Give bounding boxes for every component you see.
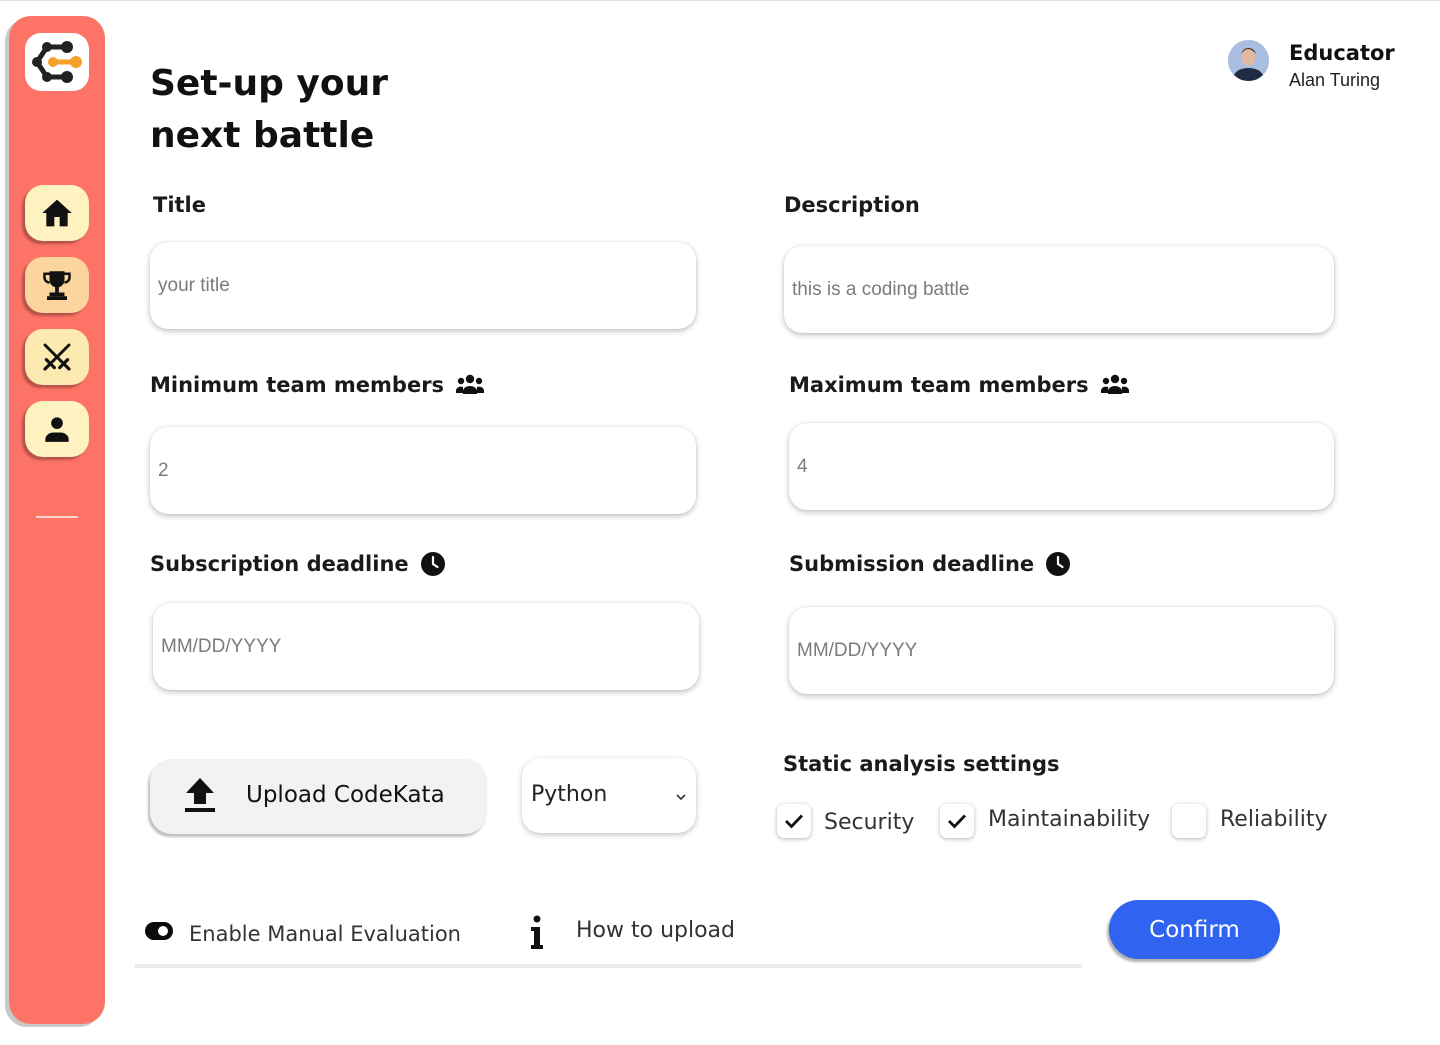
toggle-knob: [158, 926, 168, 936]
confirm-button[interactable]: Confirm: [1109, 900, 1280, 959]
title-field[interactable]: [150, 242, 696, 329]
security-checkbox[interactable]: [777, 804, 811, 838]
sidebar-item-battles[interactable]: [25, 329, 89, 385]
avatar: [1228, 40, 1269, 81]
clock-icon: [420, 552, 445, 576]
sidebar: [9, 16, 105, 1024]
user-icon: [45, 417, 69, 442]
chevron-down-icon: [676, 788, 686, 806]
bottom-divider: [135, 964, 1082, 968]
team-icon: [1100, 374, 1129, 396]
how-to-upload-link[interactable]: How to upload: [576, 918, 735, 943]
min-members-label-text: Minimum team members: [150, 373, 445, 397]
team-icon: [456, 374, 485, 396]
info-icon[interactable]: [528, 915, 546, 956]
description-field[interactable]: [784, 246, 1334, 333]
user-role: Educator: [1289, 41, 1395, 65]
sidebar-divider: [36, 516, 78, 518]
static-analysis-title: Static analysis settings: [783, 752, 1060, 776]
description-input[interactable]: [784, 246, 1334, 333]
title-input[interactable]: [150, 242, 696, 329]
max-members-field[interactable]: [789, 423, 1334, 510]
user-avatar-icon: [1228, 40, 1269, 81]
sidebar-item-leaderboard[interactable]: [25, 257, 89, 313]
subscription-deadline-label: Subscription deadline: [150, 552, 445, 576]
sidebar-item-profile[interactable]: [25, 401, 89, 457]
sidebar-item-home[interactable]: [25, 185, 89, 241]
language-select[interactable]: Python: [522, 758, 696, 833]
top-border: [0, 0, 1440, 1]
min-members-input[interactable]: [150, 427, 696, 514]
manual-evaluation-label: Enable Manual Evaluation: [189, 922, 461, 946]
security-label: Security: [824, 810, 915, 835]
description-label: Description: [784, 193, 920, 217]
min-members-label: Minimum team members: [150, 373, 485, 397]
checkmark-icon: [948, 814, 967, 829]
user-profile[interactable]: Educator Alan Turing: [1228, 39, 1428, 99]
user-name: Alan Turing: [1289, 70, 1381, 90]
max-members-input[interactable]: [789, 423, 1334, 510]
manual-evaluation-toggle[interactable]: [145, 922, 173, 940]
checkmark-icon: [785, 814, 804, 829]
max-members-label-text: Maximum team members: [789, 373, 1089, 397]
clock-icon: [1046, 552, 1071, 576]
submission-deadline-label: Submission deadline: [789, 552, 1071, 576]
maintainability-label: Maintainability: [988, 807, 1151, 832]
upload-codekata-label: Upload CodeKata: [246, 782, 445, 808]
maintainability-checkbox[interactable]: [940, 804, 974, 838]
reliability-label: Reliability: [1220, 807, 1328, 832]
codekata-logo-icon: [32, 41, 82, 83]
reliability-checkbox[interactable]: [1172, 804, 1206, 838]
page-title: Set-up your next battle: [150, 58, 450, 162]
description-label-text: Description: [784, 193, 920, 217]
submission-deadline-label-text: Submission deadline: [789, 552, 1035, 576]
title-label-text: Title: [153, 193, 207, 217]
title-label: Title: [153, 193, 206, 217]
subscription-deadline-field[interactable]: [153, 603, 699, 690]
max-members-label: Maximum team members: [789, 373, 1129, 397]
subscription-deadline-input[interactable]: [153, 603, 699, 690]
page-title-line-1: Set-up your: [150, 63, 389, 104]
app-logo[interactable]: [25, 33, 89, 91]
page-title-line-2: next battle: [150, 115, 375, 156]
submission-deadline-field[interactable]: [789, 607, 1334, 694]
submission-deadline-input[interactable]: [789, 607, 1334, 694]
upload-codekata-button[interactable]: Upload CodeKata: [150, 759, 487, 834]
crossed-swords-icon: [43, 343, 71, 371]
home-icon: [42, 199, 72, 227]
upload-icon: [183, 776, 217, 819]
min-members-field[interactable]: [150, 427, 696, 514]
trophy-icon: [43, 271, 71, 300]
subscription-deadline-label-text: Subscription deadline: [150, 552, 409, 576]
language-selected-value: Python: [531, 782, 608, 807]
